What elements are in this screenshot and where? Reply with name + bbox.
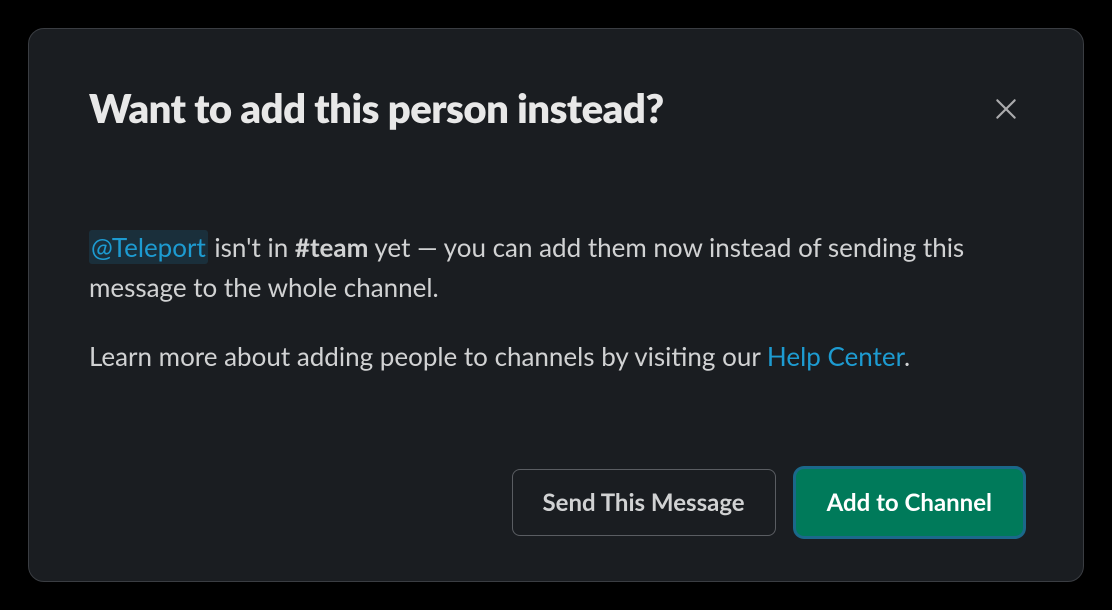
- help-center-link[interactable]: Help Center: [767, 340, 904, 372]
- modal-title: Want to add this person instead?: [89, 84, 664, 132]
- body-text-1a: isn't in: [208, 231, 295, 263]
- send-message-button[interactable]: Send This Message: [512, 469, 776, 536]
- close-icon: [993, 96, 1019, 122]
- modal-paragraph-2: Learn more about adding people to channe…: [89, 336, 1023, 376]
- add-to-channel-button[interactable]: Add to Channel: [796, 469, 1023, 536]
- add-person-modal: Want to add this person instead? @Telepo…: [28, 28, 1084, 582]
- body-text-2a: Learn more about adding people to channe…: [89, 340, 767, 372]
- channel-name: #team: [295, 231, 369, 263]
- modal-footer: Send This Message Add to Channel: [89, 469, 1023, 536]
- user-mention[interactable]: @Teleport: [89, 230, 208, 264]
- modal-body: @Teleport isn't in #team yet — you can a…: [89, 227, 1023, 449]
- close-button[interactable]: [989, 92, 1023, 126]
- modal-header: Want to add this person instead?: [89, 84, 1023, 132]
- modal-paragraph-1: @Teleport isn't in #team yet — you can a…: [89, 227, 1023, 308]
- body-text-2b: .: [904, 340, 910, 372]
